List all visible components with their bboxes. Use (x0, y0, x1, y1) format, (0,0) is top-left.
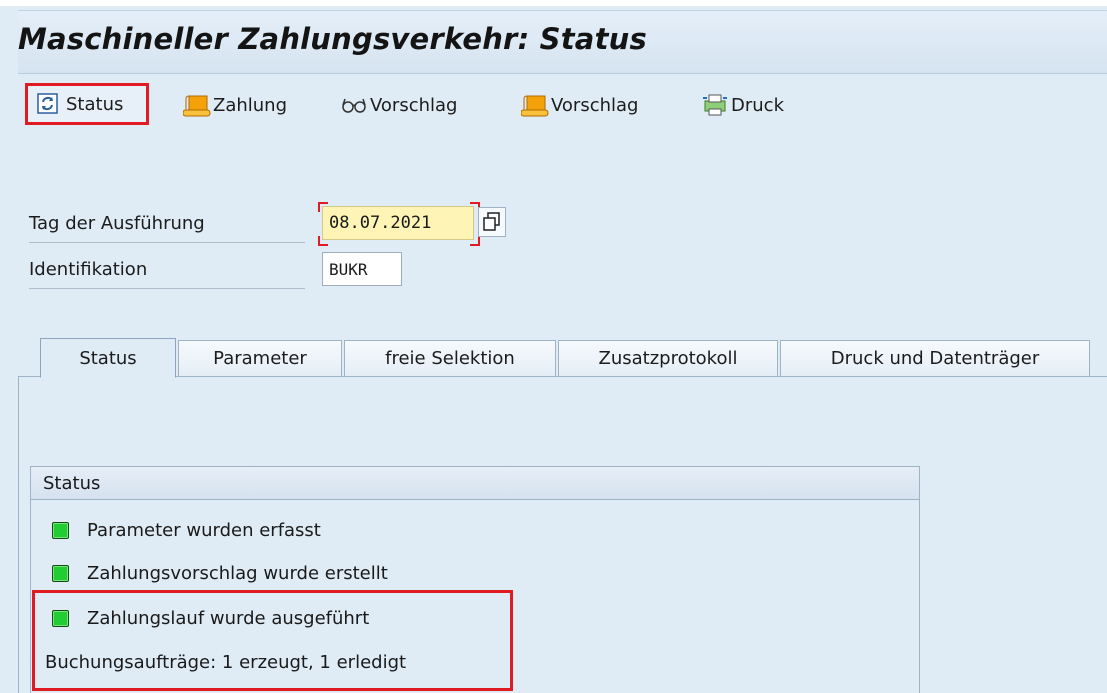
status-item: Zahlungsvorschlag wurde erstellt (52, 563, 388, 584)
green-led-icon (52, 565, 69, 582)
tab-parameter[interactable]: Parameter (178, 340, 342, 376)
vorschlag-button-label: Vorschlag (551, 94, 639, 116)
scroll-icon (182, 92, 211, 118)
page-title: Maschineller Zahlungsverkehr: Status (18, 22, 647, 56)
druck-button-label: Druck (731, 94, 784, 116)
posting-orders-info: Buchungsaufträge: 1 erzeugt, 1 erledigt (45, 652, 407, 673)
druck-button[interactable]: Druck (701, 84, 784, 126)
refresh-status-icon (36, 91, 62, 117)
status-button[interactable]: Status (25, 83, 149, 125)
vorschlag-anzeigen-button[interactable]: Vorschlag (340, 84, 457, 126)
glasses-icon (340, 92, 366, 118)
status-item: Zahlungslauf wurde ausgeführt (52, 608, 369, 629)
focus-corner-bl (318, 236, 328, 246)
status-group-title: Status (30, 466, 920, 500)
status-item-text: Zahlungslauf wurde ausgeführt (87, 608, 370, 629)
zahlung-button-label: Zahlung (213, 94, 288, 116)
value-help-button[interactable] (478, 207, 506, 237)
status-button-label: Status (66, 93, 124, 115)
status-item-text: Zahlungsvorschlag wurde erstellt (87, 563, 388, 584)
identification-field[interactable]: BUKR (322, 252, 402, 286)
focus-corner-tl (318, 202, 328, 212)
tab-druck-und-datentraeger[interactable]: Druck und Datenträger (780, 340, 1090, 376)
vorschlag-button[interactable]: Vorschlag (520, 84, 639, 126)
label-divider (29, 242, 305, 243)
tab-zusatzprotokoll[interactable]: Zusatzprotokoll (558, 340, 778, 376)
vorschlag-anzeigen-label: Vorschlag (370, 94, 458, 116)
status-item: Parameter wurden erfasst (52, 520, 321, 541)
identification-label: Identifikation (29, 259, 148, 280)
print-schedule-icon (701, 92, 727, 118)
label-divider (29, 288, 305, 289)
tab-freie-selektion[interactable]: freie Selektion (344, 340, 556, 376)
tab-panel-border (18, 376, 19, 693)
execution-date-field[interactable]: 08.07.2021 (322, 206, 474, 240)
green-led-icon (52, 610, 69, 627)
zahlung-button[interactable]: Zahlung (182, 84, 288, 126)
top-edge (0, 0, 1107, 6)
tabstrip-baseline (18, 376, 1107, 377)
green-led-icon (52, 522, 69, 539)
scroll-icon (520, 92, 549, 118)
date-label: Tag der Ausführung (29, 213, 205, 234)
copy-icon (483, 212, 500, 231)
tab-status[interactable]: Status (40, 338, 176, 378)
status-item-text: Parameter wurden erfasst (87, 520, 321, 541)
